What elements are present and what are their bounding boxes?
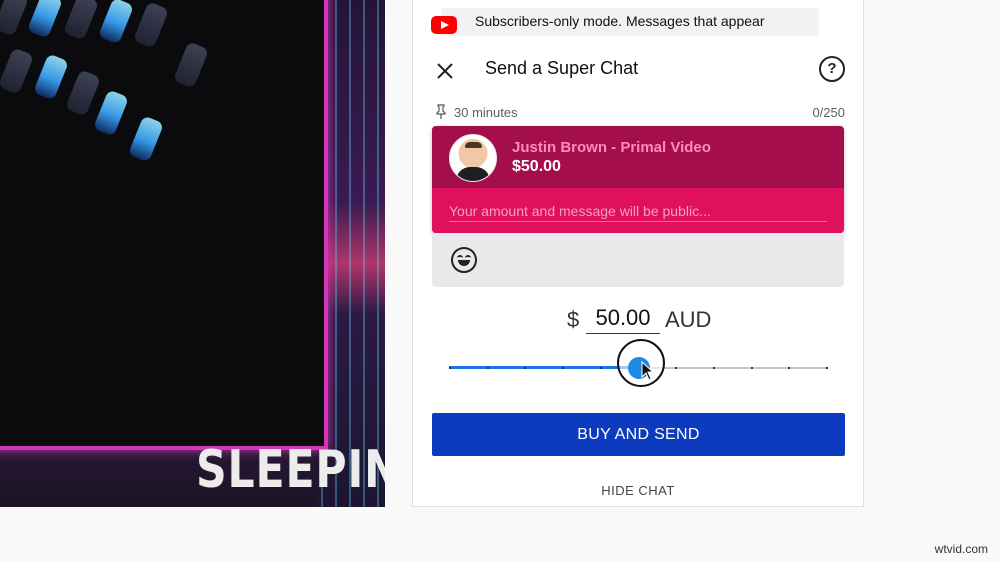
slider-tick	[600, 367, 602, 369]
watermark: wtvid.com	[934, 542, 988, 556]
currency-code: AUD	[665, 307, 712, 332]
avatar	[449, 134, 497, 182]
slider-tick	[675, 367, 677, 369]
slider-tick	[751, 367, 753, 369]
close-icon[interactable]	[433, 59, 457, 83]
slider-tick	[788, 367, 790, 369]
video-overlay-text: SLEEPING	[196, 440, 385, 500]
slider-tick	[487, 367, 489, 369]
slider-fill	[449, 366, 639, 369]
mouse-cursor-icon	[641, 361, 655, 381]
character-counter: 0/250	[812, 105, 845, 120]
slider-tick	[826, 367, 828, 369]
emoji-row	[432, 233, 844, 287]
currency-symbol: $	[567, 307, 580, 332]
amount-display: $50.00	[512, 158, 561, 175]
author-name: Justin Brown - Primal Video	[512, 139, 711, 156]
slider-tick	[713, 367, 715, 369]
buy-and-send-button[interactable]: BUY AND SEND	[432, 413, 845, 456]
super-chat-preview-card: Justin Brown - Primal Video $50.00	[432, 126, 844, 233]
amount-input[interactable]	[586, 303, 660, 334]
message-input[interactable]	[449, 201, 827, 222]
video-player[interactable]: SLEEPING	[0, 0, 385, 507]
banner-text: Subscribers-only mode. Messages that app…	[475, 13, 765, 29]
slider-tick	[449, 367, 451, 369]
youtube-icon	[431, 16, 457, 34]
slider-tick	[524, 367, 526, 369]
keyboard-graphic	[0, 0, 230, 180]
chat-panel: Subscribers-only mode. Messages that app…	[412, 0, 864, 507]
emoji-icon[interactable]	[451, 247, 477, 273]
hide-chat-button[interactable]: HIDE CHAT	[413, 483, 863, 498]
pin-duration: 30 minutes	[454, 105, 518, 120]
pin-icon	[436, 104, 446, 119]
card-header: Justin Brown - Primal Video $50.00	[432, 126, 844, 188]
help-icon[interactable]: ?	[819, 56, 845, 82]
slider-tick	[562, 367, 564, 369]
sheet-title: Send a Super Chat	[485, 58, 639, 78]
super-chat-sheet: Send a Super Chat ? 30 minutes 0/250 Jus…	[413, 37, 863, 506]
